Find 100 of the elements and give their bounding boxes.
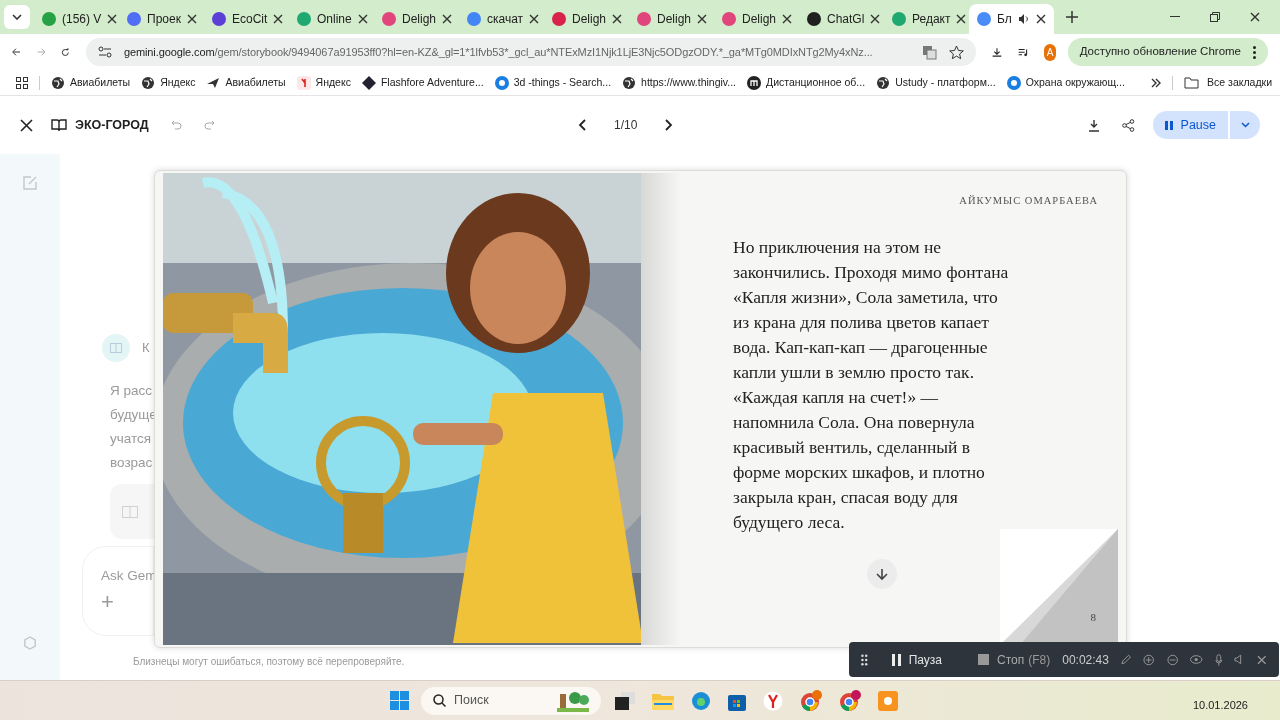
close-icon[interactable] <box>697 14 708 24</box>
star-icon[interactable] <box>948 44 964 60</box>
translate-icon[interactable] <box>921 44 937 60</box>
pen-icon[interactable] <box>1120 654 1132 665</box>
close-icon[interactable] <box>273 14 284 24</box>
speaker-icon[interactable] <box>1017 13 1030 25</box>
chat-text: возрас <box>110 454 154 472</box>
close-icon[interactable] <box>1036 14 1046 24</box>
windows-start-icon[interactable] <box>390 691 409 710</box>
pause-button[interactable]: Пауза <box>891 650 942 669</box>
browser-tab[interactable]: Deligh <box>714 4 799 34</box>
close-icon[interactable] <box>612 14 623 24</box>
tab-title: Редакт <box>912 11 951 28</box>
tab-title: Проек <box>147 11 181 28</box>
close-icon[interactable] <box>1250 12 1260 22</box>
search-icon <box>433 694 446 707</box>
bookmark-link[interactable]: https://www.thingiv... <box>622 74 737 91</box>
tab-title: Deligh <box>742 11 777 28</box>
more-bookmarks-icon[interactable] <box>1151 77 1162 88</box>
page-number: 8 <box>1090 609 1096 625</box>
story-title: ЭКО-ГОРОД <box>75 116 149 134</box>
browser-icon[interactable] <box>763 690 783 711</box>
back-icon[interactable] <box>12 46 21 58</box>
tab-list-button[interactable] <box>4 5 30 29</box>
stop-button[interactable]: Стоп <box>978 650 1025 669</box>
browser-icon[interactable] <box>691 690 711 711</box>
bookmark-link[interactable]: 3d -things - Search... <box>494 74 612 91</box>
browser-tab[interactable]: Проек <box>119 4 204 34</box>
tab-title: Deligh <box>572 11 607 28</box>
close-icon[interactable] <box>782 14 793 24</box>
browser-tab[interactable]: ChatGl <box>799 4 884 34</box>
task-view-icon[interactable] <box>615 691 635 710</box>
browser-tab[interactable]: Deligh <box>544 4 629 34</box>
letter-icon <box>296 75 311 90</box>
zoom-out-icon[interactable] <box>1166 653 1179 666</box>
tab-title: скачат <box>487 11 524 28</box>
round-badge-icon <box>747 75 762 90</box>
disclaimer-text: Близнецы могут ошибаться, поэтому всё перепроверяйте. <box>133 655 405 669</box>
next-page-icon[interactable] <box>665 119 674 131</box>
apps-grid-icon[interactable] <box>16 76 28 89</box>
previous-page-icon[interactable] <box>578 119 586 131</box>
site-settings-icon[interactable] <box>97 46 112 58</box>
drag-handle-icon[interactable] <box>861 653 868 666</box>
address-bar[interactable]: gemini.google.com/gem/storybook/9494067a91953ff0?hl=en-KZ&_gl=1*1lfvb53*_gcl_au*NTExMzI1Njk1LjE3Njc5ODgzODY.*_ga*MTg0MDIxNTg2My4xNz... <box>85 38 976 66</box>
browser-tab[interactable]: Редакт <box>884 4 969 34</box>
bookmark-link[interactable]: Авиабилеты <box>206 74 286 91</box>
page-counter: 1/10 <box>614 117 638 134</box>
chrome-icon[interactable] <box>800 689 822 712</box>
minimize-icon[interactable] <box>1170 16 1180 18</box>
folder-icon <box>1184 76 1200 89</box>
chevron-down-icon <box>1240 122 1250 128</box>
book-icon <box>51 119 67 131</box>
close-icon[interactable] <box>529 14 540 24</box>
bookmark-link[interactable]: Ustudy - платформ... <box>876 74 996 91</box>
all-bookmarks-link[interactable]: Все закладки <box>1184 74 1272 91</box>
bookmark-link[interactable]: Авиабилеты <box>51 74 131 91</box>
folder-icon[interactable] <box>652 691 674 710</box>
microphone-icon[interactable] <box>1214 653 1223 666</box>
bookmark-link[interactable]: Flashfore Adventure... <box>361 74 484 91</box>
new-tab-icon[interactable] <box>1066 11 1078 23</box>
restore-icon[interactable] <box>1210 12 1220 22</box>
bookmark-link[interactable]: Яндекс <box>141 74 196 91</box>
browser-tab[interactable]: Deligh <box>629 4 714 34</box>
book-avatar <box>102 334 130 362</box>
browser-tab[interactable]: Online <box>289 4 374 34</box>
download-icon[interactable] <box>1087 118 1100 132</box>
reload-icon[interactable] <box>61 45 70 59</box>
dropdown-button[interactable] <box>1230 111 1260 139</box>
scroll-down-button[interactable] <box>867 559 897 589</box>
zoom-in-icon[interactable] <box>1143 653 1155 666</box>
tab-title: (156) V <box>62 11 102 28</box>
date-text: 10.01.2026 <box>1192 698 1248 714</box>
bookmark-link[interactable]: Яндекс <box>296 74 351 91</box>
trees-icon <box>557 689 589 712</box>
bookmark-link[interactable]: Охрана окружающ... <box>1006 74 1125 91</box>
bookmark-link[interactable]: Дистанционное об... <box>747 74 866 91</box>
story-text: Но приключения на этом не закончились. Проходя мимо фонтана «Капля жизни», Сола заметила, что из крана для полива цветов капает вода. Кап-кап-кап — драгоценные капли ушли в землю просто так. «Каждая капля на счет!» — напомнила Сола. Она повернула красивый вентиль, сделанный в форме морских шкафов, и плотно закрыла кран, спасая воду для будущего леса. <box>733 236 1010 534</box>
close-icon[interactable] <box>20 118 33 132</box>
author-name: АЙКУМЫС ОМАРБАЕВА <box>959 194 1098 208</box>
close-icon[interactable] <box>442 14 453 24</box>
close-icon[interactable] <box>870 14 881 24</box>
browser-tab[interactable]: Deligh <box>374 4 459 34</box>
browser-tab[interactable]: Бл <box>969 4 1054 34</box>
eye-icon[interactable] <box>1190 655 1203 664</box>
chrome-icon[interactable] <box>839 689 861 712</box>
update-chrome-button[interactable]: Доступно обновление Chrome <box>1067 38 1268 66</box>
pause-icon <box>1164 120 1173 130</box>
taskbar-search-field[interactable]: Поиск <box>421 686 601 715</box>
url-text: gemini.google.com/gem/storybook/9494067a91953ff0?hl=en-KZ&_gl=1*1lfvb53*_gcl_au*NTExMzI1Njk1LjE3Njc5ODgzODY.*_ga*MTg0MDIxNTg2My4xNz... <box>123 44 873 60</box>
browser-tab[interactable]: EcoCit <box>204 4 289 34</box>
close-icon[interactable] <box>357 14 368 24</box>
close-icon[interactable] <box>956 14 967 24</box>
browser-tab[interactable]: (156) V <box>34 4 119 34</box>
close-icon[interactable] <box>107 14 118 24</box>
browser-tab[interactable]: скачат <box>459 4 544 34</box>
book-icon <box>122 505 138 518</box>
pause-button[interactable]: Pause <box>1152 111 1228 139</box>
close-icon[interactable] <box>186 14 197 24</box>
share-icon[interactable] <box>1121 118 1135 132</box>
tab-title: Deligh <box>402 11 437 28</box>
